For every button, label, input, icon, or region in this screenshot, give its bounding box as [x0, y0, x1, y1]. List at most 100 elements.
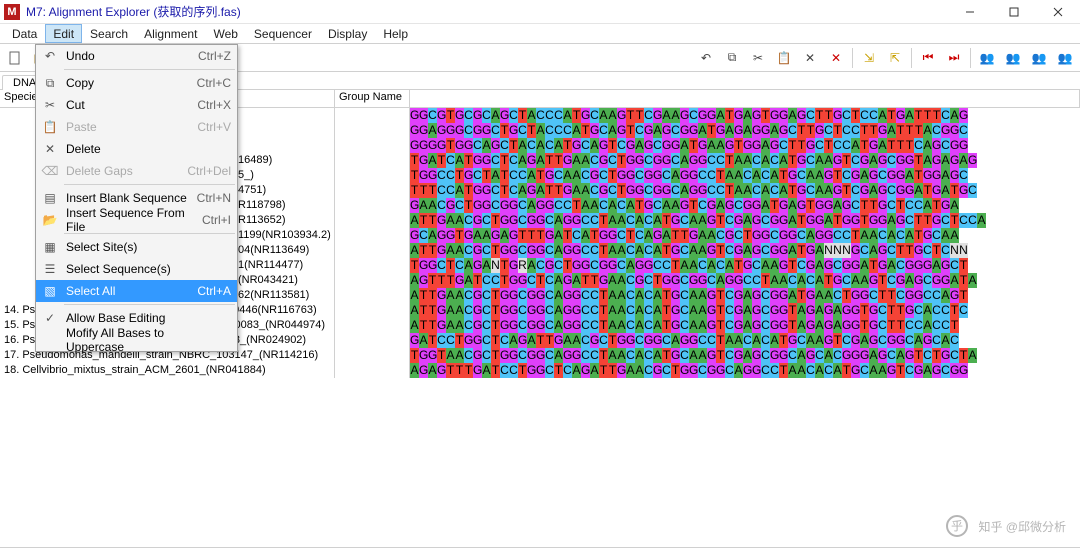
- sequence-cell[interactable]: AGTTTGATCCTGGCTCAGATTGAACGCTGGCGGCAGGCCT…: [410, 273, 1080, 288]
- group-cell[interactable]: [335, 303, 410, 318]
- delete-icon[interactable]: ✕: [798, 46, 822, 70]
- new-icon[interactable]: [3, 46, 27, 70]
- menuitem-shortcut: Ctrl+C: [191, 76, 231, 90]
- delgaps-icon: ⌫: [38, 164, 62, 178]
- menubar: DataEditSearchAlignmentWebSequencerDispl…: [0, 24, 1080, 44]
- last-icon[interactable]: ⏭: [942, 46, 966, 70]
- table-row[interactable]: 18. Cellvibrio_mixtus_strain_ACM_2601_(N…: [0, 363, 1080, 378]
- menuitem-insert-sequence-from-file[interactable]: 📂Insert Sequence From FileCtrl+I: [36, 209, 237, 231]
- sequence-cell[interactable]: GCAGGTGAAGAGTTTGATCATGGCTCAGATTGAACGCTGG…: [410, 228, 1080, 243]
- group-cell[interactable]: [335, 318, 410, 333]
- menu-search[interactable]: Search: [82, 24, 136, 43]
- group-cell[interactable]: [335, 348, 410, 363]
- sequence-cell[interactable]: ATTGAACGCTGGCGGCAGGCCTAACACATGCAAGTCGAGC…: [410, 303, 1080, 318]
- group-cell[interactable]: [335, 108, 410, 123]
- view1-icon[interactable]: 👥: [975, 46, 999, 70]
- export-icon[interactable]: ⇱: [883, 46, 907, 70]
- sequence-cell[interactable]: TGGCCTGCTATCCATGCAACGCTGGCGGCAGGCCTAACAC…: [410, 168, 1080, 183]
- sequence-cell[interactable]: TTTCCATGGCTCAGATTGAACGCTGGCGGCAGGCCTAACA…: [410, 183, 1080, 198]
- selseq-icon: ☰: [38, 262, 62, 276]
- sequence-cell[interactable]: TGGTAACGCTGGCGGCAGGCCTAACACATGCAAGTCGAGC…: [410, 348, 1080, 363]
- group-cell[interactable]: [335, 243, 410, 258]
- menuitem-paste: 📋PasteCtrl+V: [36, 116, 237, 138]
- group-cell[interactable]: [335, 183, 410, 198]
- menuitem-label: Insert Blank Sequence: [62, 191, 191, 205]
- first-icon[interactable]: ⏮: [916, 46, 940, 70]
- menuitem-cut[interactable]: ✂CutCtrl+X: [36, 94, 237, 116]
- sequence-cell[interactable]: TGATCATGGCTCAGATTGAACGCTGGCGGCAGGCCTAACA…: [410, 153, 1080, 168]
- copy-icon: ⧉: [38, 76, 62, 91]
- group-cell[interactable]: [335, 363, 410, 378]
- cut-icon[interactable]: ✂: [746, 46, 770, 70]
- insfile-icon: 📂: [38, 213, 62, 227]
- window-controls: [948, 0, 1080, 24]
- menuitem-label: Cut: [62, 98, 191, 112]
- sequence-cell[interactable]: GGCGTGCGCAGCTACCCATGCAAGTTCGAAGCGGATGAGT…: [410, 108, 1080, 123]
- cut-icon: ✂: [38, 98, 62, 112]
- sequence-cell[interactable]: GGAGGGCGGCTGCTACCCATGCAGTCGAGCGGATGAGAGG…: [410, 123, 1080, 138]
- menuitem-select-all[interactable]: ▧Select AllCtrl+A: [36, 280, 237, 302]
- menuitem-label: Delete Gaps: [62, 164, 181, 178]
- menuitem-label: Select Site(s): [62, 240, 225, 254]
- group-cell[interactable]: [335, 138, 410, 153]
- minimize-button[interactable]: [948, 0, 992, 24]
- group-cell[interactable]: [335, 288, 410, 303]
- menuitem-undo[interactable]: ↶UndoCtrl+Z: [36, 45, 237, 67]
- sequence-cell[interactable]: GAACGCTGGCGGCAGGCCTAACACATGCAAGTCGAGCGGA…: [410, 198, 1080, 213]
- menuitem-delete-gaps: ⌫Delete GapsCtrl+Del: [36, 160, 237, 182]
- group-cell[interactable]: [335, 228, 410, 243]
- sequence-cell[interactable]: ATTGAACGCTGGCGGCAGGCCTAACACATGCAAGTCGAGC…: [410, 243, 1080, 258]
- menu-data[interactable]: Data: [4, 24, 45, 43]
- menuitem-label: Paste: [62, 120, 191, 134]
- sequence-cell[interactable]: ATTGAACGCTGGCGGCAGGCCTAACACATGCAAGTCGAGC…: [410, 213, 1080, 228]
- menu-help[interactable]: Help: [375, 24, 416, 43]
- import-icon[interactable]: ⇲: [857, 46, 881, 70]
- sequence-cell[interactable]: ATTGAACGCTGGCGGCAGGCCTAACACATGCAAGTCGAGC…: [410, 318, 1080, 333]
- sequence-cell[interactable]: TGGCTCAGANTGRACGCTGGCGGCAGGCCTAACACATGCA…: [410, 258, 1080, 273]
- header-sequence: [410, 90, 1080, 107]
- view2-icon[interactable]: 👥: [1001, 46, 1025, 70]
- view3-icon[interactable]: 👥: [1027, 46, 1051, 70]
- group-cell[interactable]: [335, 333, 410, 348]
- undo-icon[interactable]: ↶: [694, 46, 718, 70]
- menuitem-select-site-s-[interactable]: ▦Select Site(s): [36, 236, 237, 258]
- sequence-cell[interactable]: ATTGAACGCTGGCGGCAGGCCTAACACATGCAAGTCGAGC…: [410, 288, 1080, 303]
- menuitem-shortcut: Ctrl+Del: [181, 164, 231, 178]
- menuitem-select-sequence-s-[interactable]: ☰Select Sequence(s): [36, 258, 237, 280]
- insblank-icon: ▤: [38, 191, 62, 205]
- menu-display[interactable]: Display: [320, 24, 375, 43]
- group-cell[interactable]: [335, 198, 410, 213]
- copy-icon[interactable]: ⧉: [720, 46, 744, 70]
- menuitem-delete[interactable]: ✕Delete: [36, 138, 237, 160]
- menuitem-shortcut: Ctrl+Z: [192, 49, 231, 63]
- sequence-cell[interactable]: GATCCTGGCTCAGATTGAACGCTGGCGGCAGGCCTAACAC…: [410, 333, 1080, 348]
- sequence-cell[interactable]: GGGGTGGCAGCTACACATGCAGTCGAGCGGATGAAGTGGA…: [410, 138, 1080, 153]
- menu-web[interactable]: Web: [205, 24, 245, 43]
- menuitem-copy[interactable]: ⧉CopyCtrl+C: [36, 72, 237, 94]
- app-icon: M: [4, 4, 20, 20]
- species-cell[interactable]: 18. Cellvibrio_mixtus_strain_ACM_2601_(N…: [0, 363, 335, 378]
- group-cell[interactable]: [335, 123, 410, 138]
- del-col-icon[interactable]: ✕: [824, 46, 848, 70]
- close-button[interactable]: [1036, 0, 1080, 24]
- group-cell[interactable]: [335, 273, 410, 288]
- menuitem-label: Select All: [62, 284, 191, 298]
- maximize-button[interactable]: [992, 0, 1036, 24]
- selall-icon: ▧: [38, 284, 62, 298]
- menuitem-mofify-all-bases-to-uppercase[interactable]: Mofify All Bases to Uppercase: [36, 329, 237, 351]
- group-cell[interactable]: [335, 213, 410, 228]
- paste-icon[interactable]: 📋: [772, 46, 796, 70]
- delete-icon: ✕: [38, 142, 62, 156]
- menuitem-shortcut: Ctrl+N: [191, 191, 231, 205]
- sequence-cell[interactable]: AGAGTTTGATCCTGGCTCAGATTGAACGCTGGCGGCAGGC…: [410, 363, 1080, 378]
- menu-edit[interactable]: Edit: [45, 24, 82, 43]
- group-cell[interactable]: [335, 153, 410, 168]
- selsite-icon: ▦: [38, 240, 62, 254]
- header-group[interactable]: Group Name: [335, 90, 410, 107]
- undo-icon: ↶: [38, 49, 62, 63]
- group-cell[interactable]: [335, 168, 410, 183]
- view4-icon[interactable]: 👥: [1053, 46, 1077, 70]
- menu-sequencer[interactable]: Sequencer: [246, 24, 320, 43]
- menu-alignment[interactable]: Alignment: [136, 24, 205, 43]
- group-cell[interactable]: [335, 258, 410, 273]
